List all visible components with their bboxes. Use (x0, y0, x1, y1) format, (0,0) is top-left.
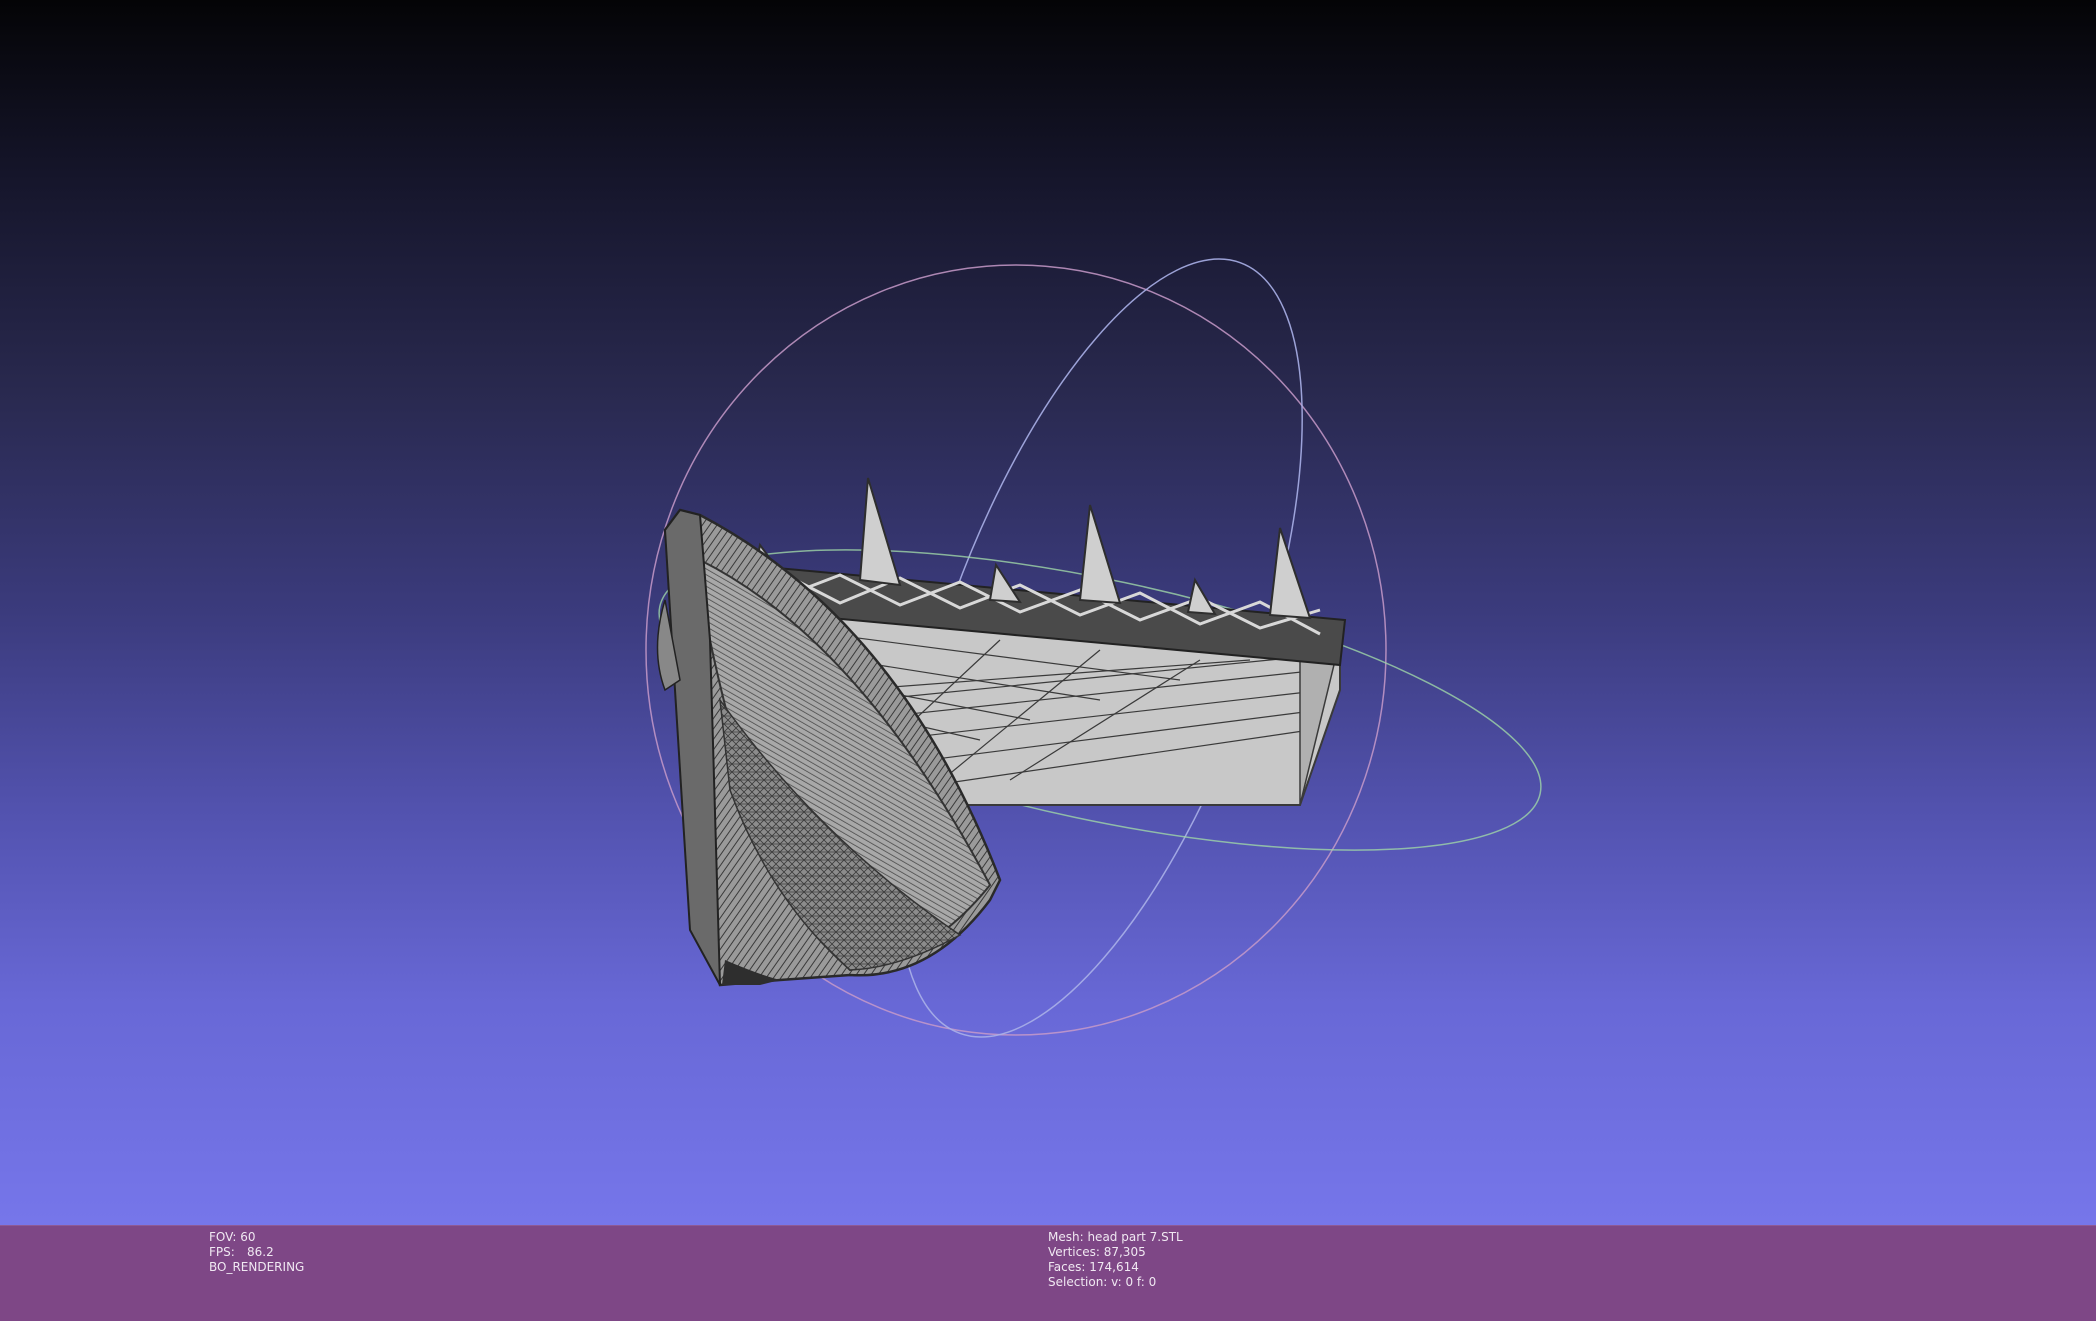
faces-readout: Faces: 174,614 (1048, 1260, 1139, 1274)
render-mode-readout: BO_RENDERING (209, 1260, 305, 1274)
mesh-info-panel: Mesh: head part 7.STL Vertices: 87,305 F… (1048, 1230, 1183, 1290)
fps-value: 86.2 (247, 1245, 274, 1259)
fps-readout: FPS: 86.2 (209, 1245, 304, 1260)
vertices-readout: Vertices: 87,305 (1048, 1245, 1146, 1259)
fov-readout: FOV: 60 (209, 1230, 256, 1244)
selection-readout: Selection: v: 0 f: 0 (1048, 1275, 1157, 1289)
mesh-render[interactable] (0, 0, 2096, 1225)
status-info-bar: FOV: 60 FPS: 86.2 BO_RENDERING Mesh: head… (0, 1225, 2096, 1321)
mesh-name-readout: Mesh: head part 7.STL (1048, 1230, 1183, 1244)
fps-label: FPS: (209, 1245, 235, 1259)
3d-viewport[interactable] (0, 0, 2096, 1225)
render-info-panel: FOV: 60 FPS: 86.2 BO_RENDERING (209, 1230, 304, 1275)
mesh-object[interactable] (656, 477, 1347, 987)
